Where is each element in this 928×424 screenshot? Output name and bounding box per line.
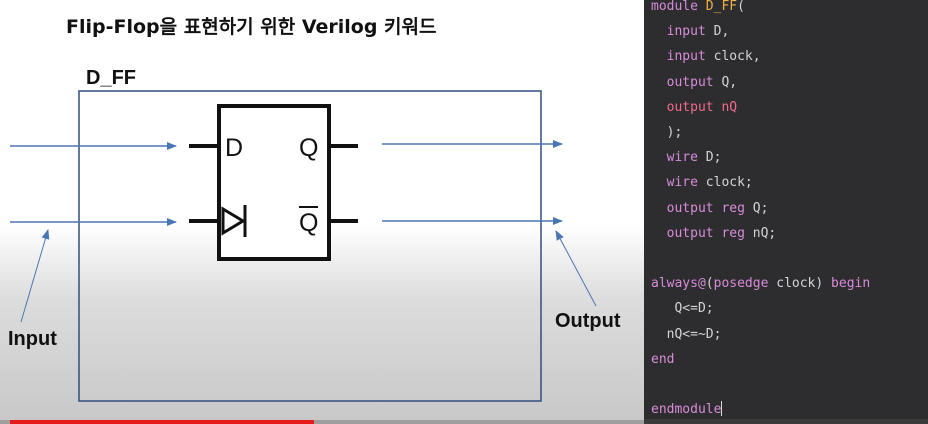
code-line[interactable]: input D, <box>651 23 730 41</box>
code-line[interactable]: ); <box>651 124 683 142</box>
code-token: D; <box>697 150 722 166</box>
editor-bottom-strip <box>644 419 928 424</box>
code-line[interactable]: always@(posedge clock) begin <box>651 275 870 293</box>
code-token: Q, <box>713 74 738 90</box>
code-token: Q; <box>744 200 769 216</box>
code-token: D_FF <box>705 0 738 14</box>
code-token: input <box>666 24 706 40</box>
video-progress-bar[interactable] <box>0 420 644 424</box>
code-line[interactable]: wire D; <box>651 149 722 167</box>
code-token: begin <box>831 276 871 292</box>
code-line[interactable]: output nQ <box>651 99 737 117</box>
code-line[interactable]: output Q, <box>651 74 737 92</box>
code-line[interactable]: output reg Q; <box>651 200 769 218</box>
code-token: ( <box>705 276 714 292</box>
code-line[interactable]: output reg nQ; <box>651 225 777 243</box>
code-token: Q<=D; <box>651 301 714 317</box>
code-token: clock, <box>705 49 761 65</box>
code-token: D, <box>705 24 730 40</box>
code-token: endmodule <box>651 402 722 418</box>
pin-d-label: D <box>225 134 243 162</box>
pin-qbar-label: Q <box>299 209 318 237</box>
code-token: output <box>666 74 714 90</box>
code-token: module <box>651 0 706 14</box>
code-token: always@ <box>651 276 706 292</box>
code-line[interactable]: end <box>651 351 674 369</box>
code-token: posedge <box>713 276 769 292</box>
code-token: output nQ <box>666 99 738 115</box>
code-token: ( <box>737 0 745 14</box>
flip-flop-diagram: D Q Q <box>10 90 597 402</box>
code-line[interactable]: Q<=D; <box>651 300 714 318</box>
text-cursor <box>721 401 723 417</box>
code-token: wire <box>666 150 698 166</box>
code-token: output reg <box>666 225 745 241</box>
output-label: Output <box>555 310 621 332</box>
code-token: input <box>666 49 706 65</box>
code-line[interactable]: endmodule <box>651 401 723 419</box>
output-pointer-line <box>555 230 597 307</box>
pin-q-label: Q <box>299 134 318 162</box>
input-pointer-line <box>20 229 50 323</box>
video-progress-fill <box>10 420 314 424</box>
code-line[interactable]: wire clock; <box>651 174 753 192</box>
code-token: ); <box>651 125 683 140</box>
code-editor-panel[interactable]: module D_FF( input D, input clock, outpu… <box>644 0 928 424</box>
code-token: end <box>651 351 675 367</box>
code-token: nQ; <box>744 225 777 241</box>
input-label: Input <box>8 328 57 350</box>
code-token: output reg <box>666 200 745 216</box>
code-token: clock; <box>697 175 753 191</box>
code-line[interactable]: nQ<=~D; <box>651 326 722 344</box>
lecture-slide: Flip-Flop을 표현하기 위한 Verilog 키워드 D_FF D Q … <box>0 0 644 424</box>
code-line[interactable]: input clock, <box>651 48 761 66</box>
d-flip-flop-symbol: D Q Q <box>189 104 358 261</box>
code-token: nQ<=~D; <box>651 326 722 342</box>
code-line[interactable]: module D_FF( <box>651 0 745 16</box>
code-token: wire <box>666 175 698 191</box>
code-token: clock) <box>768 276 832 292</box>
